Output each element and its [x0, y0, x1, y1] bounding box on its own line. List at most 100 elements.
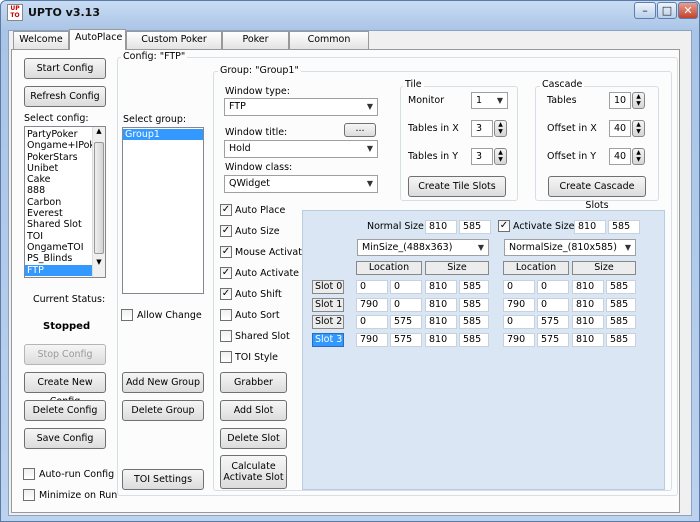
activate-height-input[interactable]: 585 [608, 220, 640, 234]
slot-alx-input[interactable]: 790 [503, 332, 535, 347]
toi-settings-button[interactable]: TOI Settings [122, 469, 204, 490]
create-tile-slots-button[interactable]: Create Tile Slots [408, 176, 506, 197]
spin-down-icon: ▼ [636, 100, 641, 107]
auto-run-checkbox[interactable] [23, 468, 35, 480]
config-list-scrollbar[interactable]: ▲ ▼ [92, 127, 105, 277]
slot-label[interactable]: Slot 0 [312, 280, 344, 294]
slot-ash-input[interactable]: 585 [606, 297, 636, 312]
window-title-select[interactable]: Hold ▼ [224, 140, 378, 158]
slot-asw-input[interactable]: 810 [572, 332, 604, 347]
slot-lx-input[interactable]: 0 [356, 280, 388, 294]
tab-welcome[interactable]: Welcome [13, 31, 69, 49]
slot-asw-input[interactable]: 810 [572, 297, 604, 312]
close-button[interactable]: ✕ [678, 2, 698, 19]
normal-width-input[interactable]: 810 [425, 220, 457, 234]
slot-aly-input[interactable]: 575 [537, 315, 569, 329]
window-class-select[interactable]: QWidget ▼ [224, 175, 378, 193]
option-checkbox[interactable]: ✓ [220, 225, 232, 237]
slot-sw-input[interactable]: 810 [425, 332, 457, 347]
refresh-config-button[interactable]: Refresh Config [24, 86, 106, 107]
slot-ash-input[interactable]: 585 [606, 280, 636, 294]
slot-label[interactable]: Slot 2 [312, 315, 344, 329]
slot-ly-input[interactable]: 0 [390, 297, 422, 312]
option-checkbox[interactable]: ✓ [220, 246, 232, 258]
offset-x-input[interactable]: 40 [609, 120, 631, 137]
spin-up-icon: ▲ [636, 149, 641, 156]
title-bar[interactable]: UP TO UPTO v3.13 – □ ✕ [1, 1, 699, 25]
add-slot-button[interactable]: Add Slot [220, 400, 287, 421]
window-title-browse-button[interactable]: ... [344, 123, 376, 137]
slot-lx-input[interactable]: 790 [356, 332, 388, 347]
offset-y-spinner[interactable]: ▲ ▼ [632, 148, 645, 165]
slot-aly-input[interactable]: 0 [537, 297, 569, 312]
slot-sh-input[interactable]: 585 [459, 332, 489, 347]
slot-label[interactable]: Slot 3 [312, 332, 344, 347]
delete-group-button[interactable]: Delete Group [122, 400, 204, 421]
monitor-select[interactable]: 1 ▼ [471, 92, 508, 109]
slot-label[interactable]: Slot 1 [312, 297, 344, 312]
option-checkbox[interactable] [220, 309, 232, 321]
tab-autoplace[interactable]: AutoPlace [69, 29, 126, 50]
option-checkbox[interactable]: ✓ [220, 288, 232, 300]
slot-asw-input[interactable]: 810 [572, 315, 604, 329]
offset-y-input[interactable]: 40 [609, 148, 631, 165]
slot-lx-input[interactable]: 0 [356, 315, 388, 329]
slot-sw-input[interactable]: 810 [425, 315, 457, 329]
tables-x-spinner[interactable]: ▲ ▼ [494, 120, 507, 137]
option-checkbox[interactable] [220, 330, 232, 342]
minimize-on-run-checkbox[interactable] [23, 489, 35, 501]
create-cascade-slots-button[interactable]: Create Cascade Slots [548, 176, 646, 211]
start-config-button[interactable]: Start Config [24, 58, 106, 79]
delete-slot-button[interactable]: Delete Slot [220, 428, 287, 449]
group-list[interactable]: Group1 [122, 127, 204, 294]
option-checkbox[interactable]: ✓ [220, 204, 232, 216]
offset-x-spinner[interactable]: ▲ ▼ [632, 120, 645, 137]
slot-sw-input[interactable]: 810 [425, 297, 457, 312]
save-config-button[interactable]: Save Config [24, 428, 106, 449]
scroll-thumb[interactable] [94, 142, 104, 254]
allow-change-checkbox[interactable] [121, 309, 133, 321]
slot-asw-input[interactable]: 810 [572, 280, 604, 294]
slot-sh-input[interactable]: 585 [459, 280, 489, 294]
option-checkbox[interactable] [220, 351, 232, 363]
cascade-tables-spinner[interactable]: ▲ ▼ [632, 92, 645, 109]
stop-config-button[interactable]: Stop Config [24, 344, 106, 365]
slot-ly-input[interactable]: 575 [390, 332, 422, 347]
option-checkbox[interactable]: ✓ [220, 267, 232, 279]
slot-aly-input[interactable]: 0 [537, 280, 569, 294]
slot-alx-input[interactable]: 0 [503, 280, 535, 294]
activate-width-input[interactable]: 810 [574, 220, 606, 234]
min-size-select[interactable]: MinSize_(488x363) ▼ [357, 239, 489, 256]
normal-size-select[interactable]: NormalSize_(810x585) ▼ [504, 239, 636, 256]
slot-ly-input[interactable]: 575 [390, 315, 422, 329]
cascade-tables-input[interactable]: 10 [609, 92, 631, 109]
slot-ash-input[interactable]: 585 [606, 315, 636, 329]
add-new-group-button[interactable]: Add New Group [122, 372, 204, 393]
slot-sh-input[interactable]: 585 [459, 315, 489, 329]
tables-y-input[interactable]: 3 [471, 148, 493, 165]
normal-height-input[interactable]: 585 [459, 220, 491, 234]
calculate-activate-slot-button[interactable]: Calculate Activate Slot [220, 455, 287, 489]
minimize-button[interactable]: – [634, 2, 656, 19]
slot-alx-input[interactable]: 790 [503, 297, 535, 312]
config-list[interactable]: PartyPoker Ongame+IPoke PokerStars Unibet Ca… [24, 126, 106, 278]
create-new-config-button[interactable]: Create New Config [24, 372, 106, 407]
tab-custom-poker-room[interactable]: Custom Poker Room [126, 31, 222, 61]
tab-poker-room[interactable]: Poker Room [222, 31, 289, 61]
slot-aly-input[interactable]: 575 [537, 332, 569, 347]
grabber-button[interactable]: Grabber [220, 372, 287, 393]
tab-common-settings[interactable]: Common Settings [289, 31, 369, 61]
activate-size-checkbox[interactable]: ✓ [498, 220, 510, 232]
delete-config-button[interactable]: Delete Config [24, 400, 106, 421]
group-list-item[interactable]: Group1 [123, 129, 203, 141]
tables-y-spinner[interactable]: ▲ ▼ [494, 148, 507, 165]
slot-ly-input[interactable]: 0 [390, 280, 422, 294]
slot-sw-input[interactable]: 810 [425, 280, 457, 294]
maximize-button[interactable]: □ [657, 2, 677, 19]
slot-lx-input[interactable]: 790 [356, 297, 388, 312]
slot-alx-input[interactable]: 0 [503, 315, 535, 329]
slot-sh-input[interactable]: 585 [459, 297, 489, 312]
tables-x-input[interactable]: 3 [471, 120, 493, 137]
slot-ash-input[interactable]: 585 [606, 332, 636, 347]
window-type-select[interactable]: FTP ▼ [224, 98, 378, 116]
